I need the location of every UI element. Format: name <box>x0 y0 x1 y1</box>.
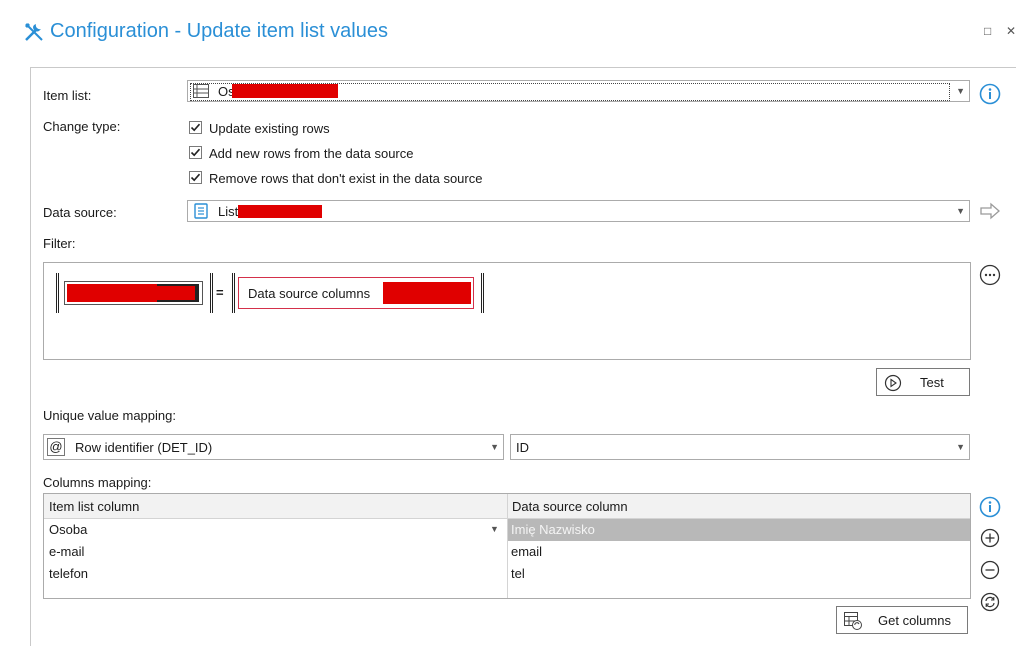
chevron-down-icon: ▼ <box>956 206 965 216</box>
plus-circle-icon[interactable] <box>980 528 1000 548</box>
play-circle-icon <box>884 374 902 392</box>
filter-label: Filter: <box>43 236 76 251</box>
table-row[interactable]: e-mail email <box>44 541 970 563</box>
header-data-source-column[interactable]: Data source column <box>512 499 628 514</box>
chevron-down-icon[interactable]: ▼ <box>490 524 499 534</box>
check-icon <box>190 148 201 157</box>
redacted-block <box>383 282 471 304</box>
minus-circle-icon[interactable] <box>980 560 1000 580</box>
close-icon[interactable]: ✕ <box>1006 24 1016 38</box>
item-list-select[interactable]: Os ▼ <box>187 80 970 102</box>
data-source-value: List <box>218 204 239 219</box>
data-source-cell: Imię Nazwisko <box>511 522 595 537</box>
filter-left-operand[interactable] <box>56 273 213 313</box>
update-existing-checkbox[interactable] <box>189 121 202 134</box>
list-icon <box>193 84 209 98</box>
columns-mapping-table: Item list column Data source column Osob… <box>43 493 971 599</box>
remove-rows-checkbox[interactable] <box>189 171 202 184</box>
columns-mapping-label: Columns mapping: <box>43 475 152 490</box>
filter-right-operand[interactable]: Data source columns <box>232 273 484 313</box>
filter-editor[interactable]: = Data source columns <box>43 262 971 360</box>
get-columns-button[interactable]: Get columns <box>836 606 968 634</box>
data-source-cell[interactable]: email <box>511 544 542 559</box>
header-item-list-column[interactable]: Item list column <box>49 499 139 514</box>
tools-icon <box>25 23 43 41</box>
ellipsis-icon[interactable] <box>979 264 1001 286</box>
item-list-cell[interactable]: telefon <box>49 566 88 581</box>
selected-cell[interactable]: Imię Nazwisko <box>508 519 970 541</box>
data-source-label: Data source: <box>43 205 117 220</box>
get-columns-label: Get columns <box>878 613 951 628</box>
table-row[interactable]: telefon tel <box>44 563 970 585</box>
redacted-block <box>232 84 338 98</box>
item-list-cell[interactable]: e-mail <box>49 544 84 559</box>
info-icon[interactable] <box>979 83 1001 105</box>
chevron-down-icon: ▼ <box>490 442 499 452</box>
table-header: Item list column Data source column <box>44 494 970 519</box>
test-button-label: Test <box>920 375 944 390</box>
unique-right-value: ID <box>516 440 529 455</box>
item-list-cell[interactable]: Osoba <box>49 522 87 537</box>
data-source-select[interactable]: List ▼ <box>187 200 970 222</box>
item-list-label: Item list: <box>43 88 92 103</box>
test-button[interactable]: Test <box>876 368 970 396</box>
filter-operator: = <box>216 285 224 300</box>
filter-right-label: Data source columns <box>248 286 371 301</box>
unique-left-value: Row identifier (DET_ID) <box>75 440 213 455</box>
change-type-label: Change type: <box>43 119 121 134</box>
check-icon <box>190 173 201 182</box>
configuration-dialog: { "dialog": { "title": "Configuration - … <box>0 0 1016 646</box>
data-source-cell[interactable]: tel <box>511 566 525 581</box>
info-icon[interactable] <box>979 496 1001 518</box>
table-refresh-icon <box>844 612 862 630</box>
update-existing-label: Update existing rows <box>209 121 330 136</box>
add-new-rows-label: Add new rows from the data source <box>209 146 414 161</box>
unique-right-select[interactable]: ID ▼ <box>510 434 970 460</box>
unique-left-select[interactable]: @ Row identifier (DET_ID) ▼ <box>43 434 504 460</box>
chevron-down-icon: ▼ <box>956 86 965 96</box>
dialog-title: Configuration - Update item list values <box>50 20 388 42</box>
chevron-down-icon: ▼ <box>956 442 965 452</box>
check-icon <box>190 123 201 132</box>
list-document-icon <box>194 203 208 219</box>
unique-mapping-label: Unique value mapping: <box>43 408 176 423</box>
maximize-icon[interactable]: □ <box>984 24 991 38</box>
refresh-icon[interactable] <box>980 592 1000 612</box>
arrow-right-icon[interactable] <box>979 201 1001 221</box>
remove-rows-label: Remove rows that don't exist in the data… <box>209 171 483 186</box>
add-new-rows-checkbox[interactable] <box>189 146 202 159</box>
at-sign-icon: @ <box>47 438 65 456</box>
redacted-block <box>238 205 322 218</box>
